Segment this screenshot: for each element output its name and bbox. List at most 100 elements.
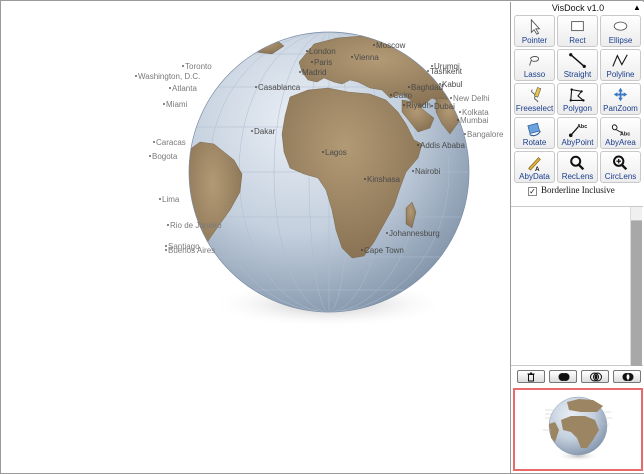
city-marker[interactable] bbox=[412, 170, 414, 172]
city-label: Atlanta bbox=[172, 84, 197, 93]
city-marker[interactable] bbox=[417, 144, 419, 146]
set-operation-buttons bbox=[511, 368, 644, 385]
city-label: Buenos Aires bbox=[168, 246, 215, 255]
city-marker[interactable] bbox=[306, 50, 308, 52]
tool-ellipse-button[interactable]: Ellipse bbox=[600, 15, 641, 47]
city-label: Kinshasa bbox=[367, 175, 400, 184]
tool-polygon-button[interactable]: Polygon bbox=[557, 83, 598, 115]
delete-trash-icon bbox=[527, 372, 535, 382]
city-marker[interactable] bbox=[373, 44, 375, 46]
city-label: Tashkent bbox=[430, 67, 463, 76]
city-marker[interactable] bbox=[427, 70, 429, 72]
tool-label: Rotate bbox=[522, 138, 547, 147]
city-marker[interactable] bbox=[251, 130, 253, 132]
polygon-icon bbox=[569, 88, 585, 102]
city-marker[interactable] bbox=[457, 119, 459, 121]
annotate-by-data-icon: A bbox=[528, 157, 541, 172]
selection-list-scrollbar[interactable] bbox=[630, 207, 642, 366]
city-label: Baghdad bbox=[411, 83, 443, 92]
union-icon bbox=[558, 373, 570, 381]
globe-map[interactable]: TorontoWashington, D.C. Atlanta Miami Carac… bbox=[2, 2, 510, 473]
city-marker[interactable] bbox=[299, 71, 301, 73]
city-marker[interactable] bbox=[403, 104, 405, 106]
city-marker[interactable] bbox=[364, 178, 366, 180]
city-marker[interactable] bbox=[351, 56, 353, 58]
city-marker[interactable] bbox=[311, 61, 313, 63]
ellipse-icon bbox=[613, 21, 628, 31]
city-label: London bbox=[309, 47, 336, 56]
tool-label: AbyArea bbox=[605, 138, 636, 147]
city-marker[interactable] bbox=[459, 111, 461, 113]
tool-straight-button[interactable]: Straight bbox=[557, 49, 598, 81]
union-button[interactable] bbox=[549, 370, 577, 383]
delete-button[interactable] bbox=[517, 370, 545, 383]
city-marker[interactable] bbox=[390, 94, 392, 96]
tool-reclens-button[interactable]: RecLens bbox=[557, 151, 598, 183]
city-marker[interactable] bbox=[163, 103, 165, 105]
annotate-by-area-icon: Abc bbox=[611, 124, 630, 137]
city-label: Paris bbox=[314, 58, 332, 67]
city-marker[interactable] bbox=[361, 249, 363, 251]
city-marker[interactable] bbox=[135, 75, 137, 77]
intersection-button[interactable] bbox=[581, 370, 609, 383]
panel-title: VisDock v1.0 bbox=[551, 3, 605, 13]
city-marker[interactable] bbox=[165, 245, 167, 247]
city-marker[interactable] bbox=[386, 232, 388, 234]
tool-abyarea-button[interactable]: Abc AbyArea bbox=[600, 117, 641, 149]
tool-abydata-button[interactable]: A AbyData bbox=[514, 151, 555, 183]
tool-label: Ellipse bbox=[608, 36, 633, 45]
xor-button[interactable] bbox=[613, 370, 641, 383]
overview-minimap[interactable] bbox=[513, 388, 643, 471]
tool-pointer-button[interactable]: Pointer bbox=[514, 15, 555, 47]
tool-label: Straight bbox=[563, 70, 592, 79]
borderline-inclusive-checkbox[interactable]: ✓ bbox=[528, 187, 537, 196]
tool-freeselect-button[interactable]: Freeselect bbox=[514, 83, 555, 115]
city-marker[interactable] bbox=[159, 198, 161, 200]
globe-canvas[interactable]: Toronto Washington, D.C. Atlanta Miami Carac… bbox=[2, 2, 510, 473]
rect-icon bbox=[571, 21, 584, 32]
city-marker[interactable] bbox=[464, 133, 466, 135]
tool-rect-button[interactable]: Rect bbox=[557, 15, 598, 47]
scrollbar-thumb[interactable] bbox=[631, 207, 642, 221]
selection-list[interactable] bbox=[511, 206, 643, 366]
city-marker[interactable] bbox=[439, 83, 441, 85]
city-label: Rio de Janeiro bbox=[170, 221, 222, 230]
tool-circlens-button[interactable]: CircLens bbox=[600, 151, 641, 183]
city-marker[interactable] bbox=[153, 141, 155, 143]
city-marker[interactable] bbox=[167, 224, 169, 226]
tool-rotate-button[interactable]: Rotate bbox=[514, 117, 555, 149]
tool-panzoom-button[interactable]: PanZoom bbox=[600, 83, 641, 115]
tool-label: CircLens bbox=[604, 172, 637, 181]
lasso-icon bbox=[529, 56, 540, 66]
collapse-button[interactable]: ▲ bbox=[632, 3, 642, 13]
pan-zoom-icon bbox=[613, 87, 628, 102]
tool-polyline-button[interactable]: Polyline bbox=[600, 49, 641, 81]
city-marker[interactable] bbox=[182, 65, 184, 67]
city-label: Riyadh bbox=[406, 101, 431, 110]
tool-label: Pointer bbox=[521, 36, 548, 45]
city-label: Bangalore bbox=[467, 130, 504, 139]
borderline-inclusive-option[interactable]: ✓ Borderline Inclusive bbox=[528, 184, 615, 196]
borderline-inclusive-label: Borderline Inclusive bbox=[541, 185, 615, 195]
city-marker[interactable] bbox=[165, 249, 167, 251]
city-marker[interactable] bbox=[149, 155, 151, 157]
svg-text:Abc: Abc bbox=[620, 131, 630, 137]
city-marker[interactable] bbox=[408, 86, 410, 88]
city-label: Cairo bbox=[393, 91, 413, 100]
city-marker[interactable] bbox=[450, 97, 452, 99]
svg-text:Abc: Abc bbox=[577, 124, 587, 130]
city-label: Miami bbox=[166, 100, 188, 109]
tool-lasso-button[interactable]: Lasso bbox=[514, 49, 555, 81]
city-label: Madrid bbox=[302, 68, 326, 77]
city-label: Bogota bbox=[152, 152, 178, 161]
rectangle-lens-icon bbox=[570, 155, 585, 171]
city-marker[interactable] bbox=[431, 105, 433, 107]
city-marker[interactable] bbox=[322, 151, 324, 153]
tool-abypoint-button[interactable]: Abc AbyPoint bbox=[557, 117, 598, 149]
straight-line-icon bbox=[569, 53, 586, 69]
city-label: Toronto bbox=[185, 62, 212, 71]
circle-lens-icon bbox=[613, 155, 628, 171]
city-marker[interactable] bbox=[255, 86, 257, 88]
city-marker[interactable] bbox=[169, 87, 171, 89]
minimap-globe bbox=[543, 396, 612, 461]
